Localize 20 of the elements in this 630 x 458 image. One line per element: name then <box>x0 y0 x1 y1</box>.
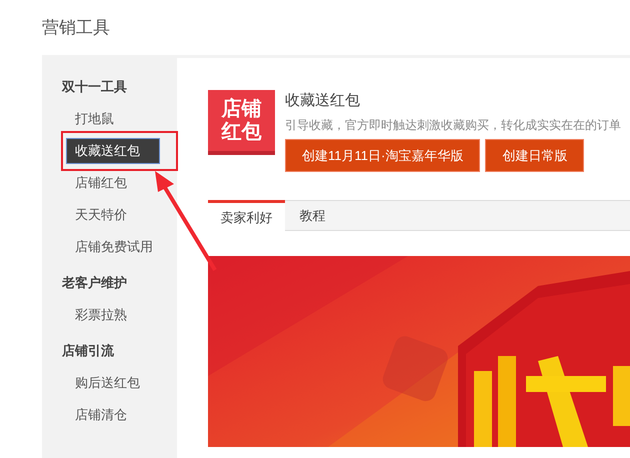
sidebar-group-title: 双十一工具 <box>60 78 128 96</box>
sidebar-item[interactable]: 购后送红包 <box>66 370 140 396</box>
tool-title: 收藏送红包 <box>285 91 361 111</box>
sidebar-item[interactable]: 店铺清仓 <box>66 402 127 428</box>
tool-description: 引导收藏，官方即时触达刺激收藏购买，转化成实实在在的订单 <box>285 117 621 133</box>
sidebar-group-title: 老客户维护 <box>60 274 128 292</box>
create-button[interactable]: 创建日常版 <box>485 139 584 172</box>
sidebar-item[interactable]: 收藏送红包 <box>66 138 160 164</box>
logo-text: 店铺 <box>222 98 262 120</box>
page-title: 营销工具 <box>42 17 111 39</box>
tab[interactable]: 教程 <box>285 201 340 230</box>
sidebar-item[interactable]: 店铺免费试用 <box>66 234 153 260</box>
create-button[interactable]: 创建11月11日·淘宝嘉年华版 <box>285 139 480 172</box>
sidebar-item[interactable]: 天天特价 <box>66 202 127 228</box>
sidebar-item[interactable]: 彩票拉熟 <box>66 302 127 328</box>
sidebar-item[interactable]: 打地鼠 <box>66 106 114 132</box>
tab[interactable]: 卖家利好 <box>208 200 285 232</box>
sidebar-item[interactable]: 店铺红包 <box>66 170 127 196</box>
sidebar-group-title: 店铺引流 <box>61 342 115 360</box>
logo-text: 红包 <box>222 120 262 144</box>
